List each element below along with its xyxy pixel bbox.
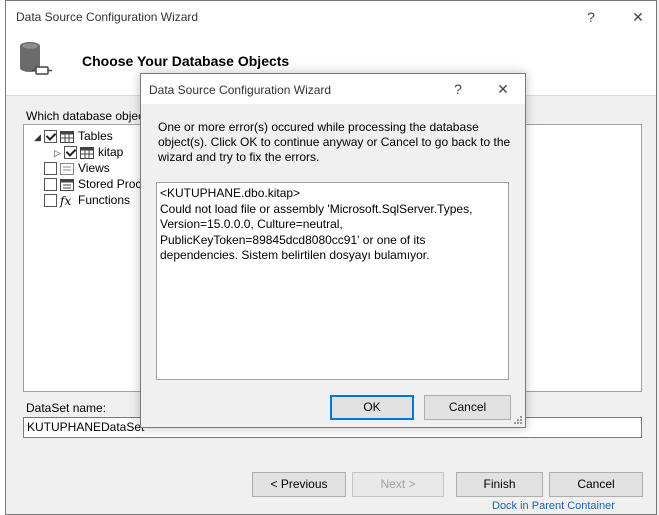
tables-checkbox[interactable] (44, 130, 57, 144)
dialog-cancel-button[interactable]: Cancel (424, 395, 511, 420)
table-icon (80, 146, 94, 159)
database-connection-icon (20, 42, 52, 75)
tree-item-views[interactable]: Views (44, 160, 110, 176)
error-details-box[interactable]: <KUTUPHANE.dbo.kitap> Could not load fil… (156, 182, 509, 380)
stored-procedures-icon (60, 178, 74, 191)
tree-item-stored-procedures[interactable]: Stored Proc (44, 176, 141, 192)
ok-button[interactable]: OK (330, 395, 414, 420)
help-icon[interactable]: ? (576, 6, 606, 28)
dialog-title-bar: Data Source Configuration Wizard ? ✕ (141, 74, 525, 104)
next-button[interactable]: Next > (352, 472, 444, 497)
functions-checkbox[interactable] (44, 194, 57, 208)
tree-label-stored-procedures: Stored Proc (78, 177, 142, 191)
tree-label-tables: Tables (78, 129, 113, 143)
stored-procedures-checkbox[interactable] (44, 178, 57, 192)
dialog-close-icon[interactable]: ✕ (488, 78, 518, 100)
tree-item-tables[interactable]: ◢ Tables (34, 128, 113, 144)
background-link[interactable]: Dock in Parent Container (492, 500, 615, 512)
expand-arrow-icon[interactable]: ▷ (54, 145, 64, 161)
finish-button[interactable]: Finish (456, 472, 543, 497)
views-icon (60, 162, 74, 175)
page-title: Choose Your Database Objects (82, 53, 290, 69)
collapse-arrow-icon[interactable]: ◢ (34, 129, 44, 145)
dialog-title: Data Source Configuration Wizard (149, 83, 332, 97)
tree-label-functions: Functions (78, 193, 131, 207)
close-icon[interactable]: ✕ (623, 6, 653, 28)
tables-icon (60, 130, 74, 143)
window-title: Data Source Configuration Wizard (16, 10, 199, 24)
objects-question-label: Which database objec (26, 109, 145, 123)
views-checkbox[interactable] (44, 162, 57, 176)
title-bar: Data Source Configuration Wizard ? ✕ (6, 1, 656, 33)
cancel-button[interactable]: Cancel (549, 472, 643, 497)
function-icon: fx (60, 193, 72, 208)
previous-button[interactable]: < Previous (252, 472, 346, 497)
tree-label-views: Views (78, 161, 110, 175)
tree-label-kitap: kitap (98, 145, 124, 159)
tree-item-functions[interactable]: fx Functions (44, 192, 130, 208)
kitap-checkbox[interactable] (64, 146, 77, 160)
dataset-name-label: DataSet name: (26, 401, 107, 415)
tree-item-kitap[interactable]: ▷ kitap (54, 144, 123, 160)
error-dialog: Data Source Configuration Wizard ? ✕ One… (140, 73, 526, 428)
resize-grip-icon[interactable] (513, 415, 523, 425)
dialog-help-icon[interactable]: ? (443, 78, 473, 100)
error-message: One or more error(s) occured while proce… (158, 120, 511, 164)
